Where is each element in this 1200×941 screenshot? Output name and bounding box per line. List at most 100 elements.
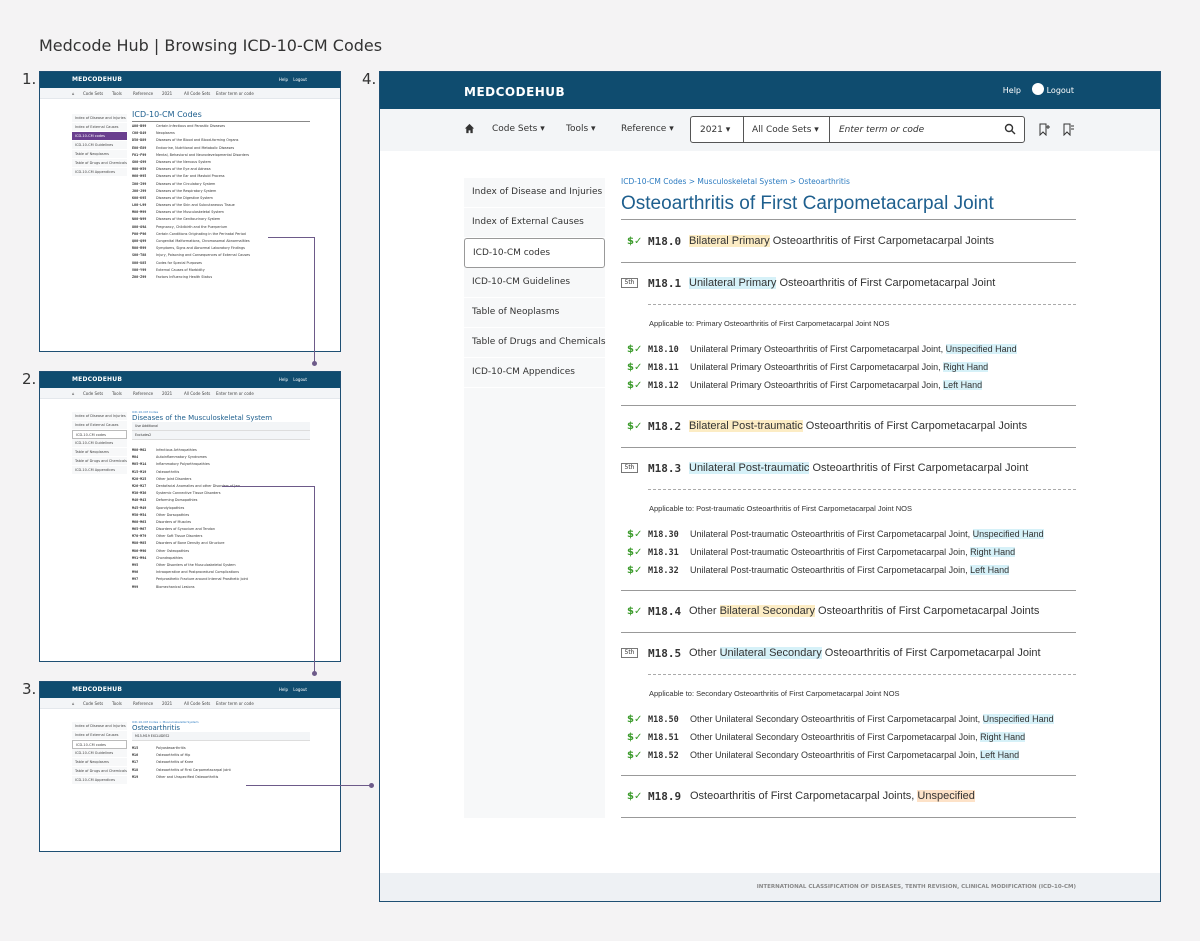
list-item[interactable]: M00-M02 Infectious Arthropathies xyxy=(132,448,310,455)
year-select[interactable]: 2021 xyxy=(162,91,172,96)
list-item[interactable]: O00-O9A Pregnancy, Childbirth and the Pue… xyxy=(132,225,310,232)
tools-menu[interactable]: Tools xyxy=(112,701,122,706)
sidebar-item-index-disease[interactable]: Index of Disease and Injuries xyxy=(72,722,127,731)
list-item[interactable]: M15-M19 Osteoarthritis xyxy=(132,470,310,477)
home-icon[interactable]: ⌂ xyxy=(72,391,75,396)
list-item[interactable]: H60-H95 Diseases of the Ear and Mastoid P… xyxy=(132,174,310,181)
sidebar-item-index-disease[interactable]: Index of Disease and Injuries xyxy=(464,178,605,208)
breadcrumb[interactable]: ICD-10-CM Codes > Musculoskeletal System… xyxy=(621,177,850,186)
help-link[interactable]: Help xyxy=(1003,86,1021,95)
help-link[interactable]: Help xyxy=(279,377,288,382)
sidebar-item-drugs[interactable]: Table of Drugs and Chemicals xyxy=(72,457,127,466)
list-item[interactable]: M50-M54 Other Dorsopathies xyxy=(132,513,310,520)
sidebar-item-index-external[interactable]: Index of External Causes xyxy=(72,123,127,132)
reference-menu[interactable]: Reference xyxy=(133,701,153,706)
sidebar-item-neoplasms[interactable]: Table of Neoplasms xyxy=(464,298,605,328)
logo[interactable]: MEDCODEHUB xyxy=(464,85,565,99)
list-item[interactable]: M40-M43 Deforming Dorsopathies xyxy=(132,498,310,505)
sidebar-item-appendices[interactable]: ICD-10-CM Appendices xyxy=(464,358,605,388)
list-item[interactable]: R00-R99 Symptoms, Signs and Abnormal Labo… xyxy=(132,246,310,253)
sidebar-item-codes[interactable]: ICD-10-CM codes xyxy=(72,132,127,141)
sidebar-item-neoplasms[interactable]: Table of Neoplasms xyxy=(72,448,127,457)
sidebar-item-guidelines[interactable]: ICD-10-CM Guidelines xyxy=(72,749,127,758)
list-item[interactable]: C00-D49 Neoplasms xyxy=(132,131,310,138)
list-item[interactable]: A00-B99 Certain Infectious and Parasitic … xyxy=(132,124,310,131)
screen-thumbnail-1[interactable]: MEDCODEHUB Help Logout ⌂ Code Sets Tools… xyxy=(39,71,341,352)
list-item[interactable]: M18 Osteoarthritis of First Carpometacarp… xyxy=(132,768,310,775)
code-set-select[interactable]: All Code Sets xyxy=(184,391,210,396)
list-item[interactable]: M16 Osteoarthritis of Hip xyxy=(132,753,310,760)
code-set-select[interactable]: All Code Sets xyxy=(184,701,210,706)
sidebar-item-neoplasms[interactable]: Table of Neoplasms xyxy=(72,758,127,767)
list-item[interactable]: M65-M67 Disorders of Synovium and Tendon xyxy=(132,527,310,534)
sidebar-item-codes[interactable]: ICD-10-CM codes xyxy=(72,430,127,439)
sidebar-item-codes[interactable]: ICD-10-CM codes xyxy=(464,238,605,268)
list-item[interactable]: M30-M36 Systemic Connective Tissue Disord… xyxy=(132,491,310,498)
sidebar-item-index-external[interactable]: Index of External Causes xyxy=(72,421,127,430)
sidebar-item-guidelines[interactable]: ICD-10-CM Guidelines xyxy=(464,268,605,298)
note-box[interactable]: M15-M19 EXCLUDES2 xyxy=(132,732,310,741)
sidebar-item-guidelines[interactable]: ICD-10-CM Guidelines xyxy=(72,141,127,150)
list-item[interactable]: N00-N99 Diseases of the Genitourinary Sys… xyxy=(132,217,310,224)
tools-menu[interactable]: Tools ▾ xyxy=(566,124,596,134)
list-item[interactable]: M60-M63 Disorders of Muscles xyxy=(132,520,310,527)
reference-menu[interactable]: Reference ▾ xyxy=(621,124,674,134)
code-sets-menu[interactable]: Code Sets ▾ xyxy=(492,124,545,134)
sidebar-item-appendices[interactable]: ICD-10-CM Appendices xyxy=(72,466,127,475)
list-item[interactable]: E00-E89 Endocrine, Nutritional and Metabo… xyxy=(132,146,310,153)
user-icon[interactable] xyxy=(1032,83,1044,95)
home-icon[interactable]: ⌂ xyxy=(72,91,75,96)
year-select[interactable]: 2021 ▾ xyxy=(691,117,744,142)
sidebar-item-appendices[interactable]: ICD-10-CM Appendices xyxy=(72,776,127,785)
sidebar-item-index-disease[interactable]: Index of Disease and Injuries xyxy=(72,114,127,123)
list-item[interactable]: M99 Biomechanical Lesions xyxy=(132,585,310,592)
code-sets-menu[interactable]: Code Sets xyxy=(83,701,103,706)
reference-menu[interactable]: Reference xyxy=(133,91,153,96)
code-set-select[interactable]: All Code Sets xyxy=(184,91,210,96)
year-select[interactable]: 2021 xyxy=(162,701,172,706)
bookmark-list-icon[interactable] xyxy=(1062,123,1075,136)
sidebar-item-guidelines[interactable]: ICD-10-CM Guidelines xyxy=(72,439,127,448)
search-input[interactable]: Enter term or code xyxy=(839,125,924,135)
list-item[interactable]: L00-L99 Diseases of the Skin and Subcutan… xyxy=(132,203,310,210)
list-item[interactable]: M17 Osteoarthritis of Knee xyxy=(132,760,310,767)
sidebar-item-drugs[interactable]: Table of Drugs and Chemicals xyxy=(464,328,606,358)
sidebar-item-index-external[interactable]: Index of External Causes xyxy=(72,731,127,740)
help-link[interactable]: Help xyxy=(279,77,288,82)
list-item[interactable]: Q00-Q99 Congenital Malformations, Chromos… xyxy=(132,239,310,246)
search-input[interactable]: Enter term or code xyxy=(216,391,254,396)
logout-link[interactable]: Logout xyxy=(293,687,307,692)
search-input[interactable]: Enter term or code xyxy=(216,701,254,706)
sidebar-item-drugs[interactable]: Table of Drugs and Chemicals xyxy=(72,767,127,776)
list-item[interactable]: M19 Other and Unspecified Osteoarthritis xyxy=(132,775,310,782)
home-icon[interactable] xyxy=(464,123,475,134)
list-item[interactable]: M86-M90 Other Osteopathies xyxy=(132,549,310,556)
bookmark-add-icon[interactable] xyxy=(1038,123,1051,136)
list-item[interactable]: S00-T88 Injury, Poisoning and Consequence… xyxy=(132,253,310,260)
list-item[interactable]: K00-K95 Diseases of the Digestive System xyxy=(132,196,310,203)
list-item[interactable]: Z00-Z99 Factors Influencing Health Status xyxy=(132,275,310,282)
home-icon[interactable]: ⌂ xyxy=(72,701,75,706)
list-item[interactable]: M45-M49 Spondylopathies xyxy=(132,506,310,513)
year-select[interactable]: 2021 xyxy=(162,391,172,396)
list-item[interactable]: M15 Polyosteoarthritis xyxy=(132,746,310,753)
list-item[interactable]: M00-M99 Diseases of the Musculoskeletal S… xyxy=(132,210,310,217)
code-set-select[interactable]: All Code Sets ▾ xyxy=(744,117,830,142)
search-icon[interactable] xyxy=(1004,123,1016,135)
list-item[interactable]: G00-G99 Diseases of the Nervous System xyxy=(132,160,310,167)
list-item[interactable]: U00-U85 Codes for Special Purposes xyxy=(132,261,310,268)
list-item[interactable]: M05-M14 Inflammatory Polyarthropathies xyxy=(132,462,310,469)
sidebar-item-drugs[interactable]: Table of Drugs and Chemicals xyxy=(72,159,127,168)
list-item[interactable]: M96 Intraoperative and Postprocedural Com… xyxy=(132,570,310,577)
list-item[interactable]: M80-M85 Disorders of Bone Density and Str… xyxy=(132,541,310,548)
screen-thumbnail-2[interactable]: MEDCODEHUB Help Logout ⌂ Code Sets Tools… xyxy=(39,371,341,662)
sidebar-item-neoplasms[interactable]: Table of Neoplasms xyxy=(72,150,127,159)
list-item[interactable]: M91-M94 Chondropathies xyxy=(132,556,310,563)
list-item[interactable]: V00-Y99 External Causes of Morbidity xyxy=(132,268,310,275)
list-item[interactable]: I00-I99 Diseases of the Circulatory Syste… xyxy=(132,182,310,189)
screen-thumbnail-3[interactable]: MEDCODEHUB Help Logout ⌂ Code Sets Tools… xyxy=(39,681,341,852)
logout-link[interactable]: Logout xyxy=(293,377,307,382)
sidebar-item-appendices[interactable]: ICD-10-CM Appendices xyxy=(72,168,127,177)
list-item[interactable]: F01-F99 Mental, Behavioral and Neurodevel… xyxy=(132,153,310,160)
list-item[interactable]: M95 Other Disorders of the Musculoskeleta… xyxy=(132,563,310,570)
